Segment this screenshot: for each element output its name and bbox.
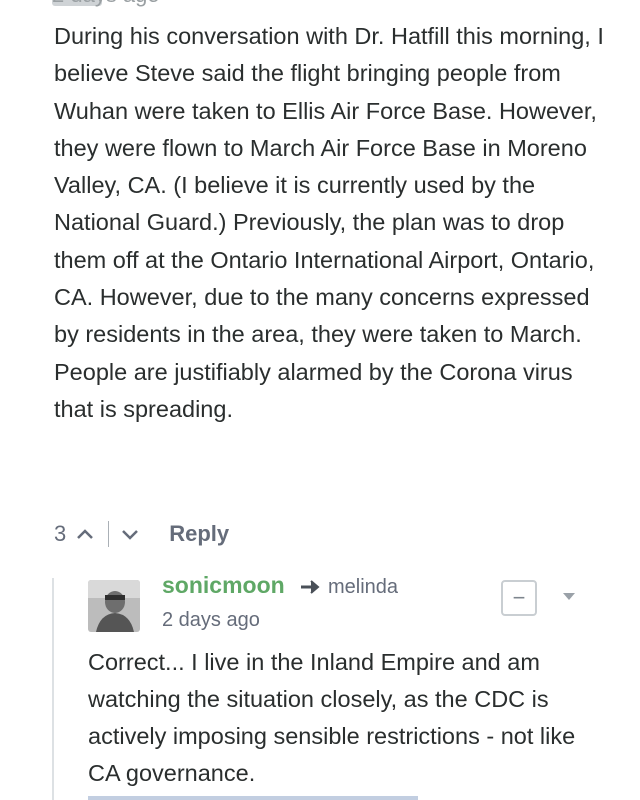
- vote-divider: [108, 521, 110, 547]
- parent-timestamp: 2 days ago: [52, 0, 160, 8]
- reply-button[interactable]: Reply: [169, 521, 229, 547]
- upvote-button[interactable]: [76, 528, 94, 540]
- reply-to-user[interactable]: melinda: [328, 576, 398, 599]
- user-avatar-icon: [88, 580, 140, 632]
- minus-icon: −: [512, 585, 526, 610]
- parent-comment-text: During his conversation with Dr. Hatfill…: [54, 23, 604, 422]
- reply-author[interactable]: sonicmoon: [162, 572, 285, 599]
- cut-off-action-row: [88, 796, 418, 800]
- reply-thread-line: [52, 578, 54, 800]
- vote-count: 3: [54, 521, 67, 546]
- collapse-button[interactable]: −: [501, 580, 537, 616]
- chevron-down-icon: [122, 530, 139, 540]
- reply-arrow-icon: [301, 580, 320, 594]
- chevron-up-icon: [77, 529, 94, 539]
- caret-down-icon[interactable]: [562, 592, 576, 601]
- avatar[interactable]: [88, 580, 140, 632]
- reply-timestamp[interactable]: 2 days ago: [162, 609, 260, 632]
- downvote-button[interactable]: [121, 528, 139, 540]
- comment-actions: 3 Reply: [54, 516, 229, 552]
- reply-comment-text: Correct... I live in the Inland Empire a…: [88, 649, 576, 786]
